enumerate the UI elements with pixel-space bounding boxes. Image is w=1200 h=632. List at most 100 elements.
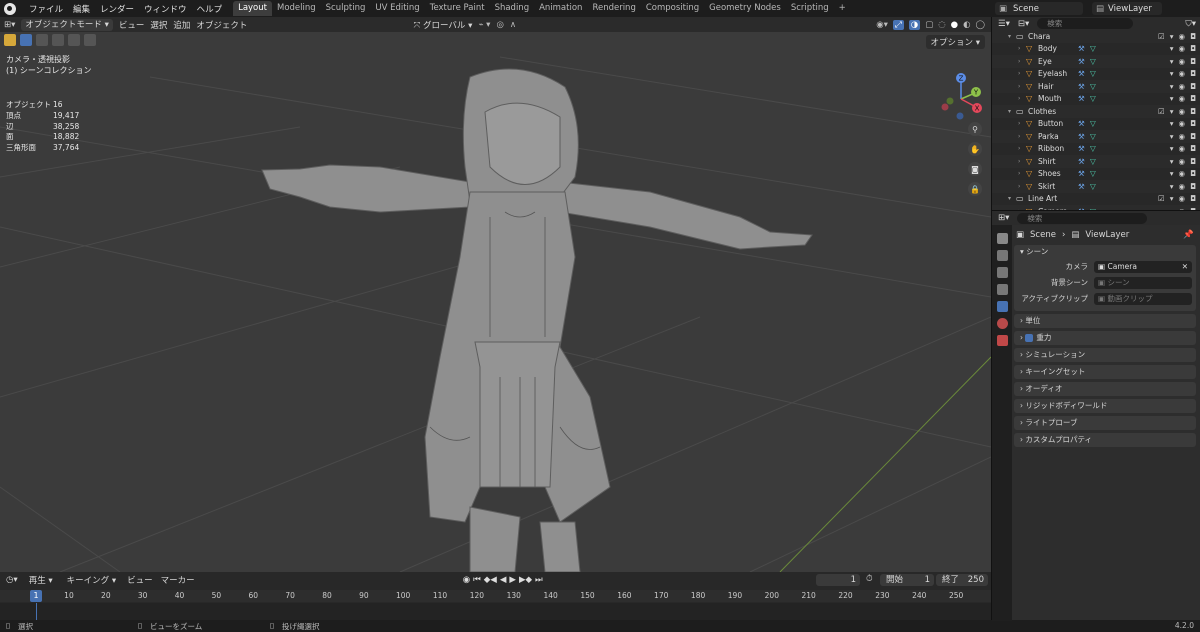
mesh-data-icon[interactable]: ▽: [1090, 132, 1102, 141]
modifier-icon[interactable]: ⚒: [1078, 69, 1090, 78]
outliner-object-row[interactable]: › ▽ Ribbon ⚒ ▽ ▾ ◉ ◘: [992, 143, 1200, 156]
tab-geometry-nodes[interactable]: Geometry Nodes: [704, 1, 786, 16]
select-icon[interactable]: ▾: [1170, 57, 1174, 66]
eye-icon[interactable]: ◉: [1179, 157, 1186, 166]
scene-panel-header[interactable]: ▾ シーン: [1020, 245, 1196, 259]
object-mode-dropdown[interactable]: オブジェクトモード ▾: [21, 18, 113, 31]
editor-type-icon[interactable]: ⊞▾: [4, 20, 15, 30]
modifier-icon[interactable]: ⚒: [1078, 94, 1090, 103]
camera-render-icon[interactable]: ◘: [1190, 169, 1196, 178]
menu-edit[interactable]: 編集: [68, 3, 95, 15]
stopwatch-icon[interactable]: ⏱: [866, 574, 873, 584]
gravity-checkbox[interactable]: [1025, 334, 1034, 342]
clear-camera-icon[interactable]: ✕: [1182, 261, 1188, 273]
camera-render-icon[interactable]: ◘: [1190, 32, 1196, 41]
scene-selector[interactable]: ▣ Scene: [995, 2, 1083, 15]
outliner-search-input[interactable]: 検索: [1037, 18, 1134, 29]
outliner-collection-row[interactable]: ▾ ▭ Clothes ☑ ▾ ◉ ◘: [992, 105, 1200, 118]
eye-icon[interactable]: ◉: [1179, 182, 1186, 191]
modifier-icon[interactable]: ⚒: [1078, 57, 1090, 66]
outliner-collection-row[interactable]: ▾ ▭ Line Art ☑ ▾ ◉ ◘: [992, 193, 1200, 206]
mesh-data-icon[interactable]: ▽: [1090, 144, 1102, 153]
select-icon[interactable]: ▾: [1170, 44, 1174, 53]
camera-render-icon[interactable]: ◘: [1190, 107, 1196, 116]
3d-viewport[interactable]: ⊞▾ オブジェクトモード ▾ ビュー 選択 追加 オブジェクト ⤧ グローバル …: [0, 17, 991, 572]
tab-uv-editing[interactable]: UV Editing: [370, 1, 424, 16]
prev-keyframe-icon[interactable]: ◆◀: [484, 575, 497, 585]
mesh-data-icon[interactable]: ▽: [1090, 157, 1102, 166]
mesh-data-icon[interactable]: ▽: [1090, 82, 1102, 91]
menu-render[interactable]: レンダー: [95, 3, 139, 15]
camera-render-icon[interactable]: ◘: [1190, 69, 1196, 78]
frame-ruler[interactable]: 1102030405060708090100110120130140150160…: [0, 590, 991, 602]
select-invert-icon[interactable]: [68, 34, 80, 46]
select-icon[interactable]: ▾: [1170, 69, 1174, 78]
gizmo-neg-y-axis[interactable]: [946, 97, 954, 105]
camera-render-icon[interactable]: ◘: [1190, 144, 1196, 153]
mesh-data-icon[interactable]: ▽: [1090, 94, 1102, 103]
filter-icon[interactable]: ⛉▾: [1185, 19, 1196, 29]
camera-render-icon[interactable]: ◘: [1190, 194, 1196, 203]
camera-render-icon[interactable]: ◘: [1190, 44, 1196, 53]
outliner-editor-icon[interactable]: ☰▾: [998, 19, 1010, 29]
playback-menu[interactable]: 再生 ▾: [26, 574, 56, 586]
outliner-object-row[interactable]: › ▽ Mouth ⚒ ▽ ▾ ◉ ◘: [992, 93, 1200, 106]
snap-icon[interactable]: ⌁ ▾: [478, 20, 490, 30]
transform-orientation-dropdown[interactable]: ⤧ グローバル ▾: [413, 19, 472, 31]
falloff-icon[interactable]: ∧: [510, 20, 516, 30]
properties-search-input[interactable]: 検索: [1017, 212, 1148, 224]
outliner-object-row[interactable]: › ▽ Hair ⚒ ▽ ▾ ◉ ◘: [992, 80, 1200, 93]
tab-rendering[interactable]: Rendering: [587, 1, 640, 16]
gizmo-toggle-icon[interactable]: ⤢: [892, 19, 904, 30]
outliner-object-row[interactable]: › ▽ Eye ⚒ ▽ ▾ ◉ ◘: [992, 55, 1200, 68]
outliner-object-row[interactable]: › ▽ Button ⚒ ▽ ▾ ◉ ◘: [992, 118, 1200, 131]
outliner-object-row[interactable]: › ▽ Eyelash ⚒ ▽ ▾ ◉ ◘: [992, 68, 1200, 81]
pan-hand-icon[interactable]: ✋: [968, 142, 982, 156]
eye-icon[interactable]: ◉: [1179, 69, 1186, 78]
audio-panel[interactable]: › オーディオ: [1014, 382, 1196, 396]
current-frame-field[interactable]: 1: [816, 574, 860, 586]
modifier-icon[interactable]: ⚒: [1078, 144, 1090, 153]
texture-tab-icon[interactable]: [996, 335, 1008, 346]
select-icon[interactable]: ▾: [1170, 107, 1174, 116]
viewport-menu-select[interactable]: 選択: [150, 19, 167, 31]
gizmo-neg-z-axis[interactable]: [956, 112, 964, 120]
simulation-panel[interactable]: › シミュレーション: [1014, 348, 1196, 362]
mesh-data-icon[interactable]: ▽: [1090, 57, 1102, 66]
exclude-checkbox-icon[interactable]: ☑: [1158, 107, 1165, 116]
tab-compositing[interactable]: Compositing: [641, 1, 704, 16]
scene-tab-icon[interactable]: [996, 301, 1008, 312]
output-tab-icon[interactable]: [996, 267, 1008, 278]
navigation-gizmo[interactable]: Z Y X: [936, 71, 986, 121]
eye-icon[interactable]: ◉: [1179, 32, 1186, 41]
modifier-icon[interactable]: ⚒: [1078, 169, 1090, 178]
select-icon[interactable]: ▾: [1170, 182, 1174, 191]
modifier-icon[interactable]: ⚒: [1078, 157, 1090, 166]
rigid-body-world-panel[interactable]: › リジッドボディワールド: [1014, 399, 1196, 413]
select-subtract-icon[interactable]: [52, 34, 64, 46]
camera-render-icon[interactable]: ◘: [1190, 182, 1196, 191]
mesh-data-icon[interactable]: ▽: [1090, 182, 1102, 191]
outliner-object-row[interactable]: › ▽ Body ⚒ ▽ ▾ ◉ ◘: [992, 43, 1200, 56]
keying-sets-panel[interactable]: › キーイングセット: [1014, 365, 1196, 379]
viewport-menu-view[interactable]: ビュー: [119, 19, 145, 31]
tool-tab-icon[interactable]: [996, 233, 1008, 244]
outliner-object-row[interactable]: › ▽ Shirt ⚒ ▽ ▾ ◉ ◘: [992, 155, 1200, 168]
modifier-icon[interactable]: ⚒: [1078, 119, 1090, 128]
zoom-icon[interactable]: ⚲: [968, 122, 982, 136]
outliner-object-row[interactable]: › ▽ Skirt ⚒ ▽ ▾ ◉ ◘: [992, 180, 1200, 193]
view-layer-selector[interactable]: ▤ ViewLayer: [1092, 2, 1162, 15]
eye-icon[interactable]: ◉: [1179, 194, 1186, 203]
viewport-menu-object[interactable]: オブジェクト: [196, 19, 247, 31]
select-icon[interactable]: ▾: [1170, 194, 1174, 203]
display-mode-icon[interactable]: ⊟▾: [1018, 19, 1029, 29]
options-dropdown[interactable]: オプション ▾: [925, 35, 985, 49]
expand-arrow-icon[interactable]: ›: [1018, 70, 1026, 77]
gizmo-neg-x-axis[interactable]: [941, 103, 949, 111]
eye-icon[interactable]: ◉: [1179, 107, 1186, 116]
jump-end-icon[interactable]: ⏭: [535, 575, 543, 585]
proportional-edit-icon[interactable]: ◎: [496, 20, 503, 30]
menu-window[interactable]: ウィンドウ: [139, 3, 192, 15]
expand-arrow-icon[interactable]: ▾: [1008, 33, 1016, 40]
jump-start-icon[interactable]: ⏮: [473, 575, 481, 585]
